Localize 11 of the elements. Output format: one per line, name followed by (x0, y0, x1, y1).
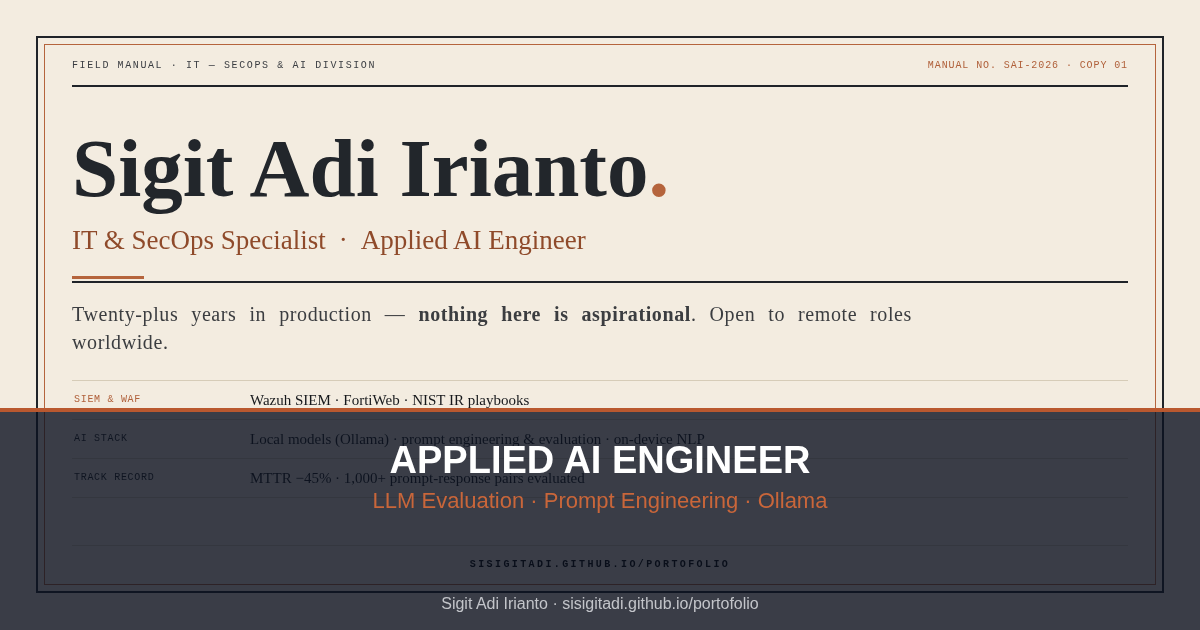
intro-paragraph: Twenty-plus years in production — nothing here is aspirational. Open to remote roles worldwide. (72, 302, 912, 355)
role-label: IT & SecOps Specialist (72, 225, 326, 255)
manual-number-label: MANUAL NO. SAI-2026 · COPY 01 (927, 60, 1128, 72)
banner-headline: APPLIED AI ENGINEER (389, 446, 811, 474)
banner-tags: LLM Evaluation · Prompt Engineering · Ollama (372, 488, 828, 514)
spec-label: SIEM & WAF (73, 394, 142, 406)
role-label: Applied AI Engineer (360, 225, 586, 255)
separator-dot: · (338, 225, 348, 255)
accent-bar (72, 276, 144, 279)
banner-caption: Sigit Adi Irianto · sisigitadi.github.io/portofolio (441, 594, 759, 614)
manual-series-label: FIELD MANUAL · IT — SECOPS & AI DIVISION (72, 60, 377, 72)
